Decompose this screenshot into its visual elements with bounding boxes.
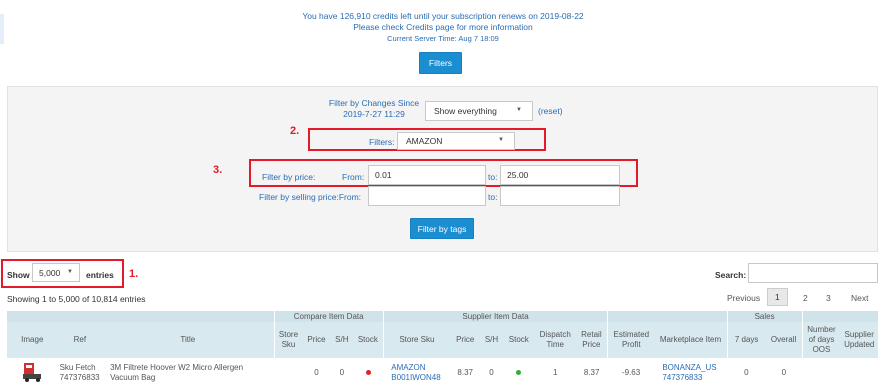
- title-cell: 3M Filtrete Hoover W2 Micro Allergen Vac…: [102, 358, 274, 388]
- marketplace-cell: BONANZA_US 747376833: [654, 358, 727, 388]
- title-line-1: 3M Filtrete Hoover W2 Micro Allergen: [110, 363, 244, 372]
- filters-label: Filters:: [369, 137, 395, 147]
- col-stock[interactable]: Stock: [352, 322, 384, 358]
- col-title[interactable]: Title: [102, 322, 275, 358]
- col-sales-7days[interactable]: 7 days: [726, 322, 766, 358]
- col-retail-price[interactable]: Retail Price: [575, 322, 608, 358]
- entries-length-select[interactable]: 5,000 ▼: [32, 263, 80, 282]
- retail-cell: 8.37: [583, 368, 600, 377]
- server-time: Current Server Time: Aug 7 18:09: [387, 34, 499, 43]
- col-supplier-sh[interactable]: S/H: [480, 322, 503, 358]
- supplier-updated-cell: [840, 358, 878, 388]
- col-sales-overall[interactable]: Overall: [765, 322, 802, 358]
- store-sku-cell: [274, 358, 302, 388]
- col-supplier-store-sku[interactable]: Store Sku: [382, 322, 451, 358]
- entries-length-value: 5,000: [39, 267, 61, 278]
- group-header-empty: [7, 311, 275, 322]
- group-header-empty-3: [801, 311, 878, 322]
- col-image[interactable]: Image: [7, 322, 58, 358]
- selling-to-input[interactable]: [500, 186, 620, 206]
- table-info: Showing 1 to 5,000 of 10,814 entries: [7, 294, 146, 304]
- chevron-down-icon: ▼: [67, 269, 73, 275]
- stock-in-icon: [516, 370, 522, 375]
- show-label: Show: [7, 270, 30, 280]
- col-estimated-profit[interactable]: Estimated Profit: [607, 322, 655, 358]
- sh-cell: 0: [339, 368, 345, 377]
- dispatch-cell: 1: [552, 368, 558, 377]
- credits-line: You have 126,910 credits left until your…: [302, 11, 584, 21]
- col-supplier-price[interactable]: Price: [450, 322, 481, 358]
- price-from-label: From:: [342, 172, 365, 182]
- ref-source: Sku Fetch: [59, 363, 96, 372]
- pagination-next[interactable]: Next: [851, 293, 868, 303]
- annotation-label-3: 3.: [213, 164, 223, 176]
- supplier-sh-cell: 0: [489, 368, 494, 377]
- supplier-store-cell: AMAZON B001IWON48: [383, 358, 450, 388]
- supplier-stock-cell: [503, 358, 535, 388]
- col-sh[interactable]: S/H: [330, 322, 353, 358]
- changes-since-date: 2019-7-27 11:29: [343, 109, 405, 119]
- chevron-down-icon: ▼: [516, 107, 522, 113]
- supplier-filter-value: AMAZON: [406, 136, 443, 146]
- changes-since-select[interactable]: Show everything ▼: [425, 101, 533, 121]
- supplier-store-link[interactable]: AMAZON: [391, 363, 425, 372]
- days-oos-cell: [802, 358, 840, 388]
- changes-since-text: Filter by Changes Since: [328, 98, 420, 108]
- supplier-sku-link[interactable]: B001IWON48: [391, 373, 440, 382]
- filter-by-tags-button[interactable]: Filter by tags: [410, 218, 474, 239]
- products-table: Compare Item Data Supplier Item Data Sal…: [7, 311, 878, 388]
- group-header-supplier: Supplier Item Data: [382, 311, 608, 322]
- group-header-compare: Compare Item Data: [273, 311, 384, 322]
- group-header-empty-2: [607, 311, 728, 322]
- pagination-page-1[interactable]: 1: [767, 288, 788, 306]
- entries-label: entries: [86, 270, 114, 280]
- selling-from-input[interactable]: [368, 186, 486, 206]
- col-dispatch-time[interactable]: Dispatch Time: [534, 322, 576, 358]
- col-marketplace-item[interactable]: Marketplace Item: [654, 322, 728, 358]
- title-line-2: Vacuum Bag: [110, 373, 156, 382]
- search-input[interactable]: [748, 263, 878, 283]
- credits-notice: You have 126,910 credits left until your…: [0, 11, 886, 44]
- sales-overall-cell: 0: [781, 368, 787, 377]
- selling-price-label: Filter by selling price:From:: [259, 192, 362, 202]
- stock-cell: [353, 358, 383, 388]
- pagination-previous[interactable]: Previous: [727, 293, 760, 303]
- changes-since-value: Show everything: [434, 106, 497, 116]
- product-thumbnail[interactable]: [20, 361, 44, 383]
- reset-link[interactable]: (reset): [538, 106, 563, 116]
- col-price[interactable]: Price: [302, 322, 331, 358]
- group-header-sales: Sales: [726, 311, 802, 322]
- changes-since-label: Filter by Changes Since 2019-7-27 11:29: [328, 98, 420, 120]
- ref-id: 747376833: [59, 373, 100, 382]
- annotation-label-1: 1.: [129, 268, 139, 280]
- price-filter-label: Filter by price:: [262, 172, 316, 182]
- annotation-label-2: 2.: [290, 125, 300, 137]
- col-ref[interactable]: Ref: [57, 322, 103, 358]
- col-days-oos[interactable]: Number of days OOS: [801, 322, 841, 358]
- price-cell: 0: [314, 368, 319, 377]
- col-store-sku[interactable]: Store Sku: [273, 322, 303, 358]
- price-to-input[interactable]: 25.00: [500, 165, 620, 185]
- supplier-filter-select[interactable]: AMAZON ▼: [397, 132, 515, 150]
- price-to-label: to:: [488, 172, 498, 182]
- table-row: Sku Fetch 747376833 3M Filtrete Hoover W…: [7, 358, 878, 388]
- pagination-page-3[interactable]: 3: [826, 293, 831, 303]
- col-supplier-stock[interactable]: Stock: [502, 322, 535, 358]
- credits-page-line: Please check Credits page for more infor…: [353, 22, 533, 32]
- marketplace-link[interactable]: BONANZA_US: [662, 363, 716, 372]
- sales-7days-cell: 0: [744, 368, 749, 377]
- selling-to-label: to:: [488, 192, 498, 202]
- product-image-cell: [7, 358, 58, 388]
- supplier-price-cell: 8.37: [457, 368, 473, 377]
- pagination-page-2[interactable]: 2: [803, 293, 808, 303]
- ref-cell: Sku Fetch 747376833: [58, 358, 103, 388]
- chevron-down-icon: ▼: [498, 137, 504, 143]
- search-label: Search:: [715, 270, 747, 280]
- price-from-input[interactable]: 0.01: [368, 165, 486, 185]
- filters-toggle-button[interactable]: Filters: [419, 52, 462, 74]
- profit-cell: -9.63: [621, 368, 641, 377]
- stock-out-icon: [365, 370, 371, 375]
- marketplace-id-link[interactable]: 747376833: [662, 373, 702, 382]
- col-supplier-updated[interactable]: Supplier Updated: [840, 322, 878, 358]
